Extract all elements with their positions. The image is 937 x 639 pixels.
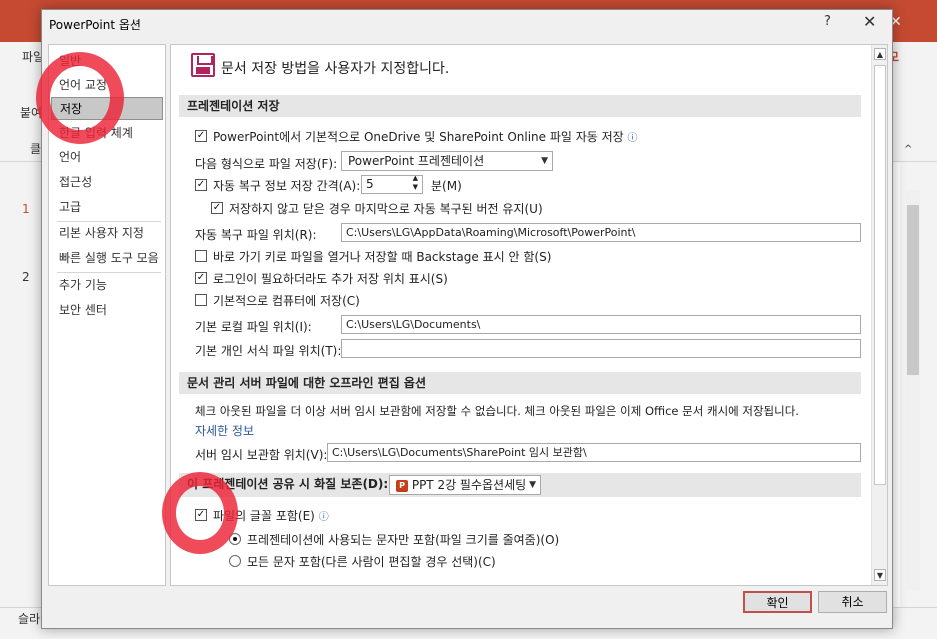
embed-fonts-label: 파일의 글꼴 포함(E) ⓘ	[213, 509, 329, 523]
section-offline-editing: 문서 관리 서버 파일에 대한 오프라인 편집 옵션	[179, 372, 861, 394]
slide-thumb-1[interactable]: 1	[22, 202, 30, 216]
save-to-computer-label: 기본적으로 컴퓨터에 저장(C)	[213, 294, 360, 308]
info-icon: ⓘ	[318, 512, 329, 523]
autorecover-checkbox[interactable]: ✓	[195, 179, 207, 191]
backstage-label: 바로 가기 키로 파일을 열거나 저장할 때 Backstage 표시 안 함(…	[213, 250, 552, 264]
save-icon	[191, 53, 215, 77]
autorecover-label: 자동 복구 정보 저장 간격(A):	[213, 179, 361, 193]
save-to-computer-checkbox[interactable]	[195, 294, 207, 306]
autorecover-unit: 분(M)	[431, 179, 462, 193]
fidelity-label: 이 프레젠테이션 공유 시 화질 보존(D):	[187, 477, 389, 491]
embed-fonts-checkbox[interactable]: ✓	[195, 509, 207, 521]
offline-description: 체크 아웃된 파일을 더 이상 서버 임시 보관함에 저장할 수 없습니다. 체…	[195, 404, 799, 418]
cancel-button[interactable]: 취소	[818, 591, 887, 613]
embed-all-chars-label: 모든 문자 포함(다른 사람이 편집할 경우 선택)(C)	[247, 555, 496, 569]
slide-pane	[0, 162, 42, 607]
keep-last-version-checkbox[interactable]: ✓	[211, 202, 223, 214]
nav-item-language[interactable]: 언어	[51, 146, 163, 169]
nav-item-save[interactable]: 저장	[51, 97, 163, 120]
clipboard-label: 클	[30, 142, 42, 156]
scroll-up-icon[interactable]: ▲	[874, 48, 886, 60]
paste-label[interactable]: 붙여	[20, 104, 42, 121]
nav-item-advanced[interactable]: 고급	[51, 196, 163, 219]
spinner-arrows-icon[interactable]: ▲ ▼	[413, 176, 418, 192]
local-location-input[interactable]: C:\Users\LG\Documents\	[341, 315, 861, 334]
show-additional-places-label: 로그인이 필요하더라도 추가 저장 위치 표시(S)	[213, 272, 448, 286]
checkmark-icon: ✓	[212, 202, 222, 213]
checkmark-icon: ✓	[196, 179, 206, 190]
checkmark-icon: ✓	[196, 272, 206, 283]
embed-used-chars-radio[interactable]	[229, 533, 241, 545]
page-title: 문서 저장 방법을 사용자가 지정합니다.	[221, 61, 450, 77]
content-scrollbar[interactable]: ▲ ▼	[871, 45, 887, 585]
checkmark-icon: ✓	[196, 509, 206, 520]
save-format-select[interactable]: PowerPoint 프레젠테이션 ▼	[341, 151, 553, 171]
nav-item-trust-center[interactable]: 보안 센터	[51, 299, 163, 322]
slide-thumb-2[interactable]: 2	[22, 270, 30, 284]
autorecover-location-input[interactable]: C:\Users\LG\AppData\Roaming\Microsoft\Po…	[341, 223, 861, 242]
save-options-panel: 문서 저장 방법을 사용자가 지정합니다. 프레젠테이션 저장 ✓ PowerP…	[170, 44, 888, 586]
local-location-label: 기본 로컬 파일 위치(I):	[195, 320, 312, 334]
ribbon-collapse-icon[interactable]: ^	[904, 144, 912, 155]
nav-item-add-ins[interactable]: 추가 기능	[51, 274, 163, 297]
embed-all-chars-radio[interactable]	[229, 555, 241, 567]
nav-item-proofing[interactable]: 언어 교정	[51, 74, 163, 97]
powerpoint-options-dialog: PowerPoint 옵션 ? ✕ 일반 언어 교정 저장 한글 입력 체계 언…	[41, 9, 893, 629]
autosave-cloud-label: PowerPoint에서 기본적으로 OneDrive 및 SharePoint…	[213, 130, 638, 144]
template-location-input[interactable]	[341, 339, 861, 358]
chevron-down-icon: ▼	[529, 480, 536, 490]
save-format-label: 다음 형식으로 파일 저장(F):	[195, 157, 338, 171]
nav-item-accessibility[interactable]: 접근성	[51, 171, 163, 194]
nav-divider	[57, 272, 161, 273]
checkmark-icon: ✓	[196, 130, 206, 141]
ok-button[interactable]: 확인	[743, 591, 812, 613]
nav-item-korean-input[interactable]: 한글 입력 체계	[51, 122, 163, 145]
fidelity-file-select[interactable]: P PPT 2강 필수옵션세팅 ▼	[389, 475, 541, 495]
editor-scroll-thumb[interactable]	[907, 205, 919, 375]
show-additional-places-checkbox[interactable]: ✓	[195, 272, 207, 284]
options-nav: 일반 언어 교정 저장 한글 입력 체계 언어 접근성 고급 리본 사용자 지정…	[48, 44, 166, 586]
status-text: 슬라	[18, 612, 41, 626]
embed-used-chars-label: 프레젠테이션에 사용되는 문자만 포함(파일 크기를 줄여줌)(O)	[247, 533, 560, 547]
scroll-down-icon[interactable]: ▼	[874, 569, 886, 581]
nav-item-customize-ribbon[interactable]: 리본 사용자 지정	[51, 222, 163, 245]
nav-item-general[interactable]: 일반	[51, 50, 163, 73]
close-icon[interactable]: ✕	[863, 12, 876, 31]
backstage-checkbox[interactable]	[195, 250, 207, 262]
autosave-cloud-checkbox[interactable]: ✓	[195, 130, 207, 142]
info-icon: ⓘ	[627, 133, 638, 144]
more-info-link[interactable]: 자세한 정보	[195, 422, 254, 439]
nav-item-quick-access[interactable]: 빠른 실행 도구 모음	[51, 247, 163, 270]
section-presentation-save: 프레젠테이션 저장	[179, 95, 861, 117]
keep-last-version-label: 저장하지 않고 닫은 경우 마지막으로 자동 복구된 버전 유지(U)	[229, 202, 543, 216]
autorecover-location-label: 자동 복구 파일 위치(R):	[195, 228, 317, 242]
drafts-location-label: 서버 임시 보관함 위치(V):	[195, 448, 328, 462]
pptx-file-icon: P	[396, 479, 408, 492]
dialog-title: PowerPoint 옵션	[49, 18, 141, 32]
drafts-location-input[interactable]: C:\Users\LG\Documents\SharePoint 임시 보관함\	[327, 443, 861, 462]
scroll-thumb[interactable]	[874, 65, 886, 485]
autorecover-minutes-spinner[interactable]: 5 ▲ ▼	[361, 175, 423, 194]
help-icon[interactable]: ?	[824, 14, 831, 29]
template-location-label: 기본 개인 서식 파일 위치(T):	[195, 344, 342, 358]
chevron-down-icon: ▼	[541, 156, 548, 166]
